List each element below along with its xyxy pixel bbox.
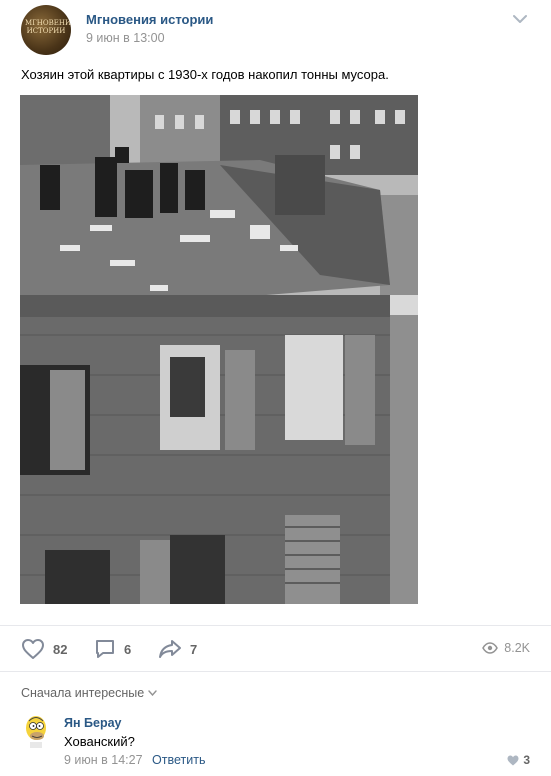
- eye-icon: [482, 642, 499, 654]
- share-count: 7: [190, 641, 198, 657]
- comments-section: Сначала интересные Ян Берау Хованский? 9…: [0, 671, 551, 776]
- comment-text: Хованский?: [64, 734, 135, 749]
- comment-date-link[interactable]: 9 июн в 14:27: [64, 753, 143, 767]
- post-date-link[interactable]: 9 июн в 13:00: [86, 31, 165, 45]
- post-text: Хозяин этой квартиры с 1930-х годов нако…: [21, 67, 389, 82]
- like-count: 82: [53, 641, 68, 657]
- comment-like-button[interactable]: 3: [507, 753, 530, 767]
- heart-icon: [507, 755, 519, 765]
- post-photo[interactable]: [20, 95, 418, 604]
- like-button[interactable]: 82: [21, 638, 67, 660]
- share-arrow-icon: [159, 640, 181, 658]
- comment-author-link[interactable]: Ян Берау: [64, 716, 121, 730]
- comment-icon: [96, 640, 114, 658]
- photo-image: [20, 95, 418, 604]
- views-count: 8.2K: [504, 641, 530, 655]
- chevron-down-icon: [148, 690, 157, 696]
- community-avatar[interactable]: МГНОВЕНИЯ ИСТОРИИ: [21, 5, 71, 55]
- views-counter: 8.2K: [482, 641, 530, 655]
- comment-count: 6: [124, 641, 132, 657]
- comment-button[interactable]: 6: [94, 638, 131, 660]
- heart-icon: [22, 639, 44, 659]
- comment-like-count: 3: [523, 753, 530, 767]
- post-card: МГНОВЕНИЯ ИСТОРИИ Мгновения истории 9 ию…: [0, 0, 551, 776]
- reply-button[interactable]: Ответить: [152, 753, 205, 767]
- share-button[interactable]: 7: [158, 638, 197, 660]
- comments-sort-dropdown[interactable]: Сначала интересные: [21, 686, 157, 700]
- avatar-logo-text: МГНОВЕНИЯ ИСТОРИИ: [25, 19, 71, 35]
- comments-sort-label: Сначала интересные: [21, 686, 145, 700]
- post-actions-bar: 82 6 7 8.2K: [0, 625, 551, 671]
- chevron-down-icon[interactable]: [513, 14, 527, 24]
- community-name-link[interactable]: Мгновения истории: [86, 12, 213, 27]
- comment-meta: 9 июн в 14:27 Ответить: [64, 753, 205, 767]
- homer-simpson-avatar-icon[interactable]: [21, 712, 51, 748]
